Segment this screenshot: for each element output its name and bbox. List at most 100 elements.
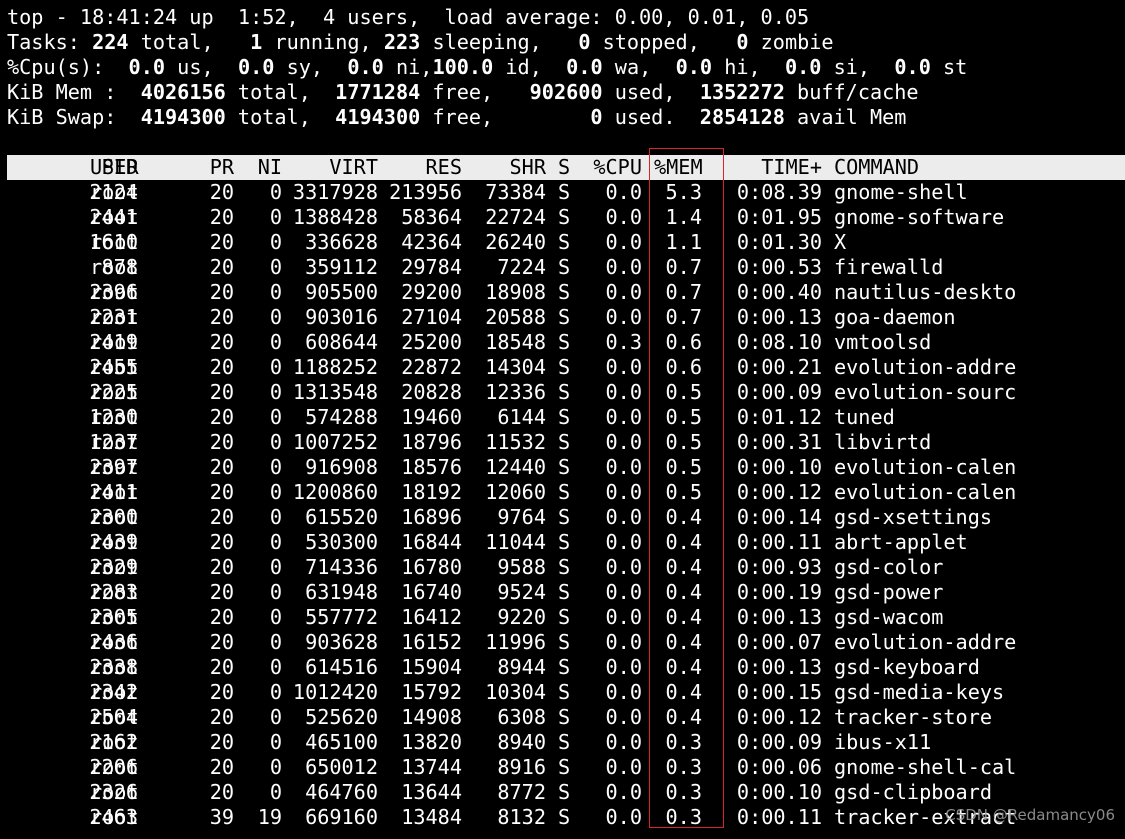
swap-line: KiB Swap: 4194300 total, 4194300 free, 0… — [7, 105, 907, 129]
top-uptime-line: top - 18:41:24 up 1:52, 4 users, load av… — [7, 5, 810, 29]
cell-time: 0:00.07 — [736, 630, 822, 654]
cell-cmd: evolution-calen — [834, 455, 1017, 479]
cell-cmd: vmtoolsd — [834, 330, 932, 354]
table-row: 2397 root 20 0 916908 18576 12440 S 0.0 0.5 0:00.1… — [0, 455, 1125, 480]
cpu-label: %Cpu(s): — [7, 55, 105, 79]
swap-used: 0 — [590, 105, 603, 129]
cell-cmd: tracker-store — [834, 705, 993, 729]
cell-time: 0:00.13 — [736, 605, 822, 629]
table-row: 2439 root 20 0 530300 16844 11044 S 0.0 0.4 0:00.1… — [0, 530, 1125, 555]
cpu-st: 0.0 — [894, 55, 931, 79]
table-row: 2124 root 20 0 3317928 213956 73384 S 0.0 5.3 0:08… — [0, 180, 1125, 205]
mem-free: 1771284 — [335, 80, 421, 104]
cell-mem: 0.4 — [665, 530, 702, 554]
cell-time: 0:00.40 — [736, 280, 822, 304]
cell-time: 0:00.15 — [736, 680, 822, 704]
cell-time: 0:00.19 — [736, 580, 822, 604]
cell-mem: 0.4 — [665, 605, 702, 629]
swap-label: KiB Swap: — [7, 105, 117, 129]
table-row: 1230 root 20 0 574288 19460 6144 S 0.0 0.5 0:01.12… — [0, 405, 1125, 430]
cell-time: 0:00.13 — [736, 305, 822, 329]
cell-time: 0:00.53 — [736, 255, 822, 279]
cell-time: 0:00.13 — [736, 655, 822, 679]
table-row: 2206 root 20 0 650012 13744 8916 S 0.0 0.3 0:00.06… — [0, 755, 1125, 780]
cell-cmd: gnome-software — [834, 205, 1005, 229]
cell-mem: 0.4 — [665, 630, 702, 654]
cell-time: 0:00.09 — [736, 380, 822, 404]
cpu-sy: 0.0 — [237, 55, 275, 79]
cell-time: 0:00.21 — [736, 355, 822, 379]
cell-mem: 0.7 — [665, 255, 702, 279]
cell-cmd: gsd-clipboard — [834, 780, 993, 804]
cell-cmd: firewalld — [834, 255, 944, 279]
cell-cmd: gnome-shell — [834, 180, 968, 204]
table-row: 2231 root 20 0 903016 27104 20588 S 0.0 0.7 0:00.1… — [0, 305, 1125, 330]
swap-free: 4194300 — [335, 105, 421, 129]
cell-cmd: gsd-keyboard — [834, 655, 980, 679]
cell-cmd: evolution-calen — [834, 480, 1017, 504]
mem-used: 902600 — [529, 80, 603, 104]
tasks-total: 224 — [92, 30, 129, 54]
cell-cmd: libvirtd — [834, 430, 932, 454]
cell-mem: 1.4 — [665, 205, 702, 229]
mem-total: 4026156 — [140, 80, 226, 104]
cell-cmd: tuned — [834, 405, 895, 429]
cell-mem: 0.5 — [665, 380, 702, 404]
table-row: 2504 root 20 0 525620 14908 6308 S 0.0 0.4 0:00.12… — [0, 705, 1125, 730]
cpu-wa: 0.0 — [566, 55, 603, 79]
table-row: 2419 root 20 0 608644 25200 18548 S 0.3 0.6 0:08.1… — [0, 330, 1125, 355]
cell-mem: 5.3 — [665, 180, 702, 204]
column-header-mem: %MEM — [654, 155, 703, 179]
cell-time: 0:00.11 — [736, 805, 822, 829]
cell-mem: 0.4 — [665, 680, 702, 704]
cell-mem: 0.4 — [665, 705, 702, 729]
cell-time: 0:01.95 — [736, 205, 822, 229]
cell-time: 0:00.06 — [736, 755, 822, 779]
cell-cmd: gsd-power — [834, 580, 944, 604]
cell-mem: 0.3 — [665, 730, 702, 754]
tasks-zombie-label: zombie — [760, 30, 834, 54]
tasks-sleeping: 223 — [383, 30, 421, 54]
column-header-cpu: %CPU — [593, 155, 642, 179]
column-header-command: COMMAND — [834, 155, 920, 179]
cell-time: 0:00.11 — [736, 530, 822, 554]
cell-time: 0:00.12 — [736, 705, 822, 729]
cell-mem: 0.5 — [665, 455, 702, 479]
cpu-ni: 0.0 — [347, 55, 384, 79]
table-row: 2411 root 20 0 1200860 18192 12060 S 0.0 0.5 0:00.… — [0, 480, 1125, 505]
table-row: 2342 root 20 0 1012420 15792 10304 S 0.0 0.4 0:00.… — [0, 680, 1125, 705]
table-row: 2436 root 20 0 903628 16152 11996 S 0.0 0.4 0:00.0… — [0, 630, 1125, 655]
tasks-total-label: total, — [140, 30, 214, 54]
cpu-id: 100.0 — [432, 55, 494, 79]
cell-time: 0:08.10 — [736, 330, 822, 354]
cell-cmd: gsd-color — [834, 555, 944, 579]
cell-time: 0:00.93 — [736, 555, 822, 579]
cell-time: 0:00.12 — [736, 480, 822, 504]
cell-mem: 0.7 — [665, 305, 702, 329]
cell-time: 0:00.09 — [736, 730, 822, 754]
cell-cmd: ibus-x11 — [834, 730, 932, 754]
table-row: 2225 root 20 0 1313548 20828 12336 S 0.0 0.5 0:00.… — [0, 380, 1125, 405]
table-row: 2283 root 20 0 631948 16740 9524 S 0.0 0.4 0:00.19… — [0, 580, 1125, 605]
tasks-stopped: 0 — [578, 30, 591, 54]
mem-buff-cache: 1352272 — [699, 80, 785, 104]
cell-mem: 0.4 — [665, 505, 702, 529]
table-row: 2326 root 20 0 464760 13644 8772 S 0.0 0.3 0:00.10… — [0, 780, 1125, 805]
watermark: CSDN @Redamancy06 — [945, 806, 1115, 824]
swap-avail: 2854128 — [699, 105, 785, 129]
cell-cmd: evolution-addre — [834, 630, 1017, 654]
tasks-running-label: running, — [274, 30, 372, 54]
cell-cmd: goa-daemon — [834, 305, 956, 329]
cell-cmd: nautilus-deskto — [834, 280, 1017, 304]
table-row: 2441 root 20 0 1388428 58364 22724 S 0.0 1.4 0:01.… — [0, 205, 1125, 230]
cell-mem: 0.6 — [665, 330, 702, 354]
cell-mem: 0.4 — [665, 655, 702, 679]
cell-time: 0:00.10 — [736, 455, 822, 479]
cell-mem: 0.5 — [665, 480, 702, 504]
tasks-label: Tasks: — [7, 30, 80, 54]
cell-mem: 0.3 — [665, 755, 702, 779]
table-row: 2162 root 20 0 465100 13820 8940 S 0.0 0.3 0:00.09… — [0, 730, 1125, 755]
tasks-line: Tasks: 224 total, 1 running, 223 sleepin… — [7, 30, 834, 55]
table-row: 1610 root 20 0 336628 42364 26240 S 0.0 1.1 0:01.3… — [0, 230, 1125, 255]
cell-mem: 0.4 — [665, 580, 702, 604]
